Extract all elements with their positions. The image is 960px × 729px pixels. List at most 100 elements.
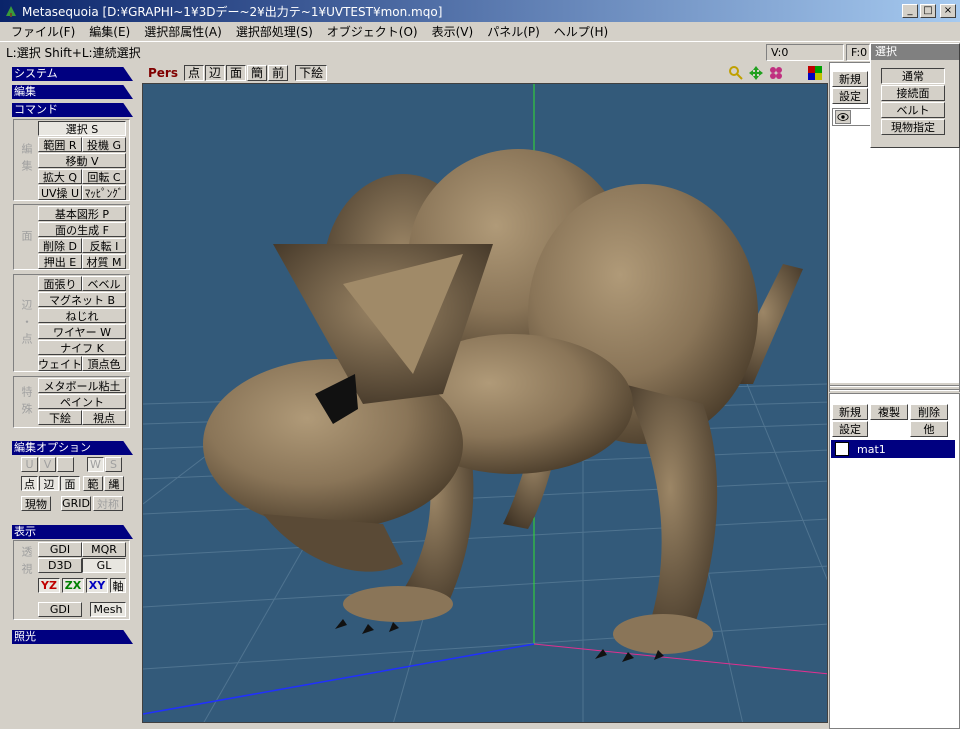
axis-zx[interactable]: ZX [62,578,84,593]
rotate-button[interactable]: 回転 C [82,169,126,184]
invert-button[interactable]: 反転 I [82,238,126,253]
primitive-button[interactable]: 基本図形 P [38,206,126,221]
view-vertex-button[interactable]: 点 [184,64,205,81]
lighting-header[interactable]: 照光 [12,630,133,644]
option-real-object[interactable]: 現物 [21,496,51,511]
option-s[interactable]: S [105,457,122,472]
pan-icon[interactable] [748,65,764,81]
select-button[interactable]: 選択 S [38,121,126,136]
material-new-button[interactable]: 新規 [832,404,868,420]
option-symmetry[interactable]: 対称 [93,496,123,511]
view-underlay-button[interactable]: 下絵 [295,64,328,81]
uv-button[interactable]: UV操 U [38,185,82,200]
paint-button[interactable]: ペイント [38,394,126,409]
display-header[interactable]: 表示 [12,525,133,539]
select-connected-button[interactable]: 接続面 [881,85,945,101]
object-row[interactable] [832,108,872,126]
option-u[interactable]: U [21,457,38,472]
twist-button[interactable]: ねじれ [38,308,126,323]
viewpoint-button[interactable]: 視点 [82,410,126,425]
view-face-button[interactable]: 面 [226,64,247,81]
title-bar[interactable]: Metasequoia [D:¥GRAPHI~1¥3Dデー~2¥出力テ~1¥UV… [0,0,960,22]
range-button[interactable]: 範囲 R [38,137,82,152]
menu-view[interactable]: 表示(V) [425,23,481,40]
display-gdi[interactable]: GDI [38,542,82,557]
option-v[interactable]: V [39,457,56,472]
option-edge[interactable]: 辺 [39,476,59,491]
command-header[interactable]: コマンド [12,103,133,117]
magnet-button[interactable]: マグネット B [38,292,126,307]
vertex-color-button[interactable]: 頂点色 [82,356,126,371]
system-header[interactable]: システム [12,67,133,81]
maximize-button[interactable]: □ [920,4,936,18]
group-label-face: 面 [20,229,33,247]
select-normal-button[interactable]: 通常 [881,68,945,84]
menu-selection-attributes[interactable]: 選択部属性(A) [137,23,229,40]
option-grid[interactable]: GRID [61,496,91,511]
view-simple-button[interactable]: 簡 [247,64,268,81]
underlay-button[interactable]: 下絵 [38,410,82,425]
option-range[interactable]: 範 [83,476,103,491]
edit-header[interactable]: 編集 [12,85,133,99]
close-button[interactable]: × [940,4,956,18]
display-gdi-2[interactable]: GDI [38,602,82,617]
material-row[interactable]: mat1 [831,440,955,458]
display-d3d[interactable]: D3D [38,558,82,573]
select-real-object-button[interactable]: 現物指定 [881,119,945,135]
extrude-button[interactable]: 押出 E [38,254,82,269]
option-vertex[interactable]: 点 [21,476,38,491]
create-face-button[interactable]: 面の生成 F [38,222,126,237]
minimize-button[interactable]: _ [902,4,918,18]
projection-mode[interactable]: Pers [148,66,178,80]
menu-edit[interactable]: 編集(E) [82,23,137,40]
rotate-view-icon[interactable] [768,65,784,81]
view-front-button[interactable]: 前 [268,64,289,81]
display-mesh[interactable]: Mesh [90,602,126,617]
display-mqr[interactable]: MQR [82,542,126,557]
selection-window-title[interactable]: 選択 [871,44,959,60]
lasso-button[interactable]: 投機 G [82,137,126,152]
material-settings-button[interactable]: 設定 [832,421,868,437]
menu-panel[interactable]: パネル(P) [480,23,547,40]
view-edge-button[interactable]: 辺 [205,64,226,81]
mapping-button[interactable]: ﾏｯﾋﾟﾝｸﾞ [82,185,126,200]
menu-object[interactable]: オブジェクト(O) [320,23,425,40]
eye-icon[interactable] [835,110,851,124]
weight-button[interactable]: ウェイト [38,356,82,371]
material-panel: 新規 複製 削除 設定 他 mat1 [829,393,960,729]
zoom-icon[interactable] [728,65,744,81]
axis-toggle[interactable]: 軸 [110,578,126,593]
panel-resize-grip[interactable] [830,383,959,393]
material-delete-button[interactable]: 削除 [910,404,948,420]
option-blank[interactable] [57,457,74,472]
edit-option-header[interactable]: 編集オプション [12,441,133,455]
option-lasso[interactable]: 縄 [104,476,124,491]
metaball-button[interactable]: メタボール粘土 [38,378,126,393]
object-settings-button[interactable]: 設定 [832,88,868,104]
material-other-button[interactable]: 他 [910,421,948,437]
material-copy-button[interactable]: 複製 [870,404,908,420]
face-fill-button[interactable]: 面張り [38,276,82,291]
bevel-button[interactable]: ベベル [82,276,126,291]
scale-button[interactable]: 拡大 Q [38,169,82,184]
menu-file[interactable]: ファイル(F) [4,23,82,40]
left-panel: システム 編集 コマンド 編集 選択 S 範囲 R 投機 G 移動 V 拡大 Q… [0,62,140,729]
delete-button[interactable]: 削除 D [38,238,82,253]
option-face[interactable]: 面 [60,476,80,491]
menu-help[interactable]: ヘルプ(H) [547,23,615,40]
axis-xy[interactable]: XY [86,578,108,593]
quad-view-icon[interactable] [808,65,822,80]
material-button[interactable]: 材質 M [82,254,126,269]
select-belt-button[interactable]: ベルト [881,102,945,118]
axis-yz[interactable]: YZ [38,578,60,593]
move-button[interactable]: 移動 V [38,153,126,168]
object-new-button[interactable]: 新規 [832,71,868,87]
display-gl[interactable]: GL [82,558,126,573]
wire-button[interactable]: ワイヤー W [38,324,126,339]
command-edit-group: 編集 選択 S 範囲 R 投機 G 移動 V 拡大 Q 回転 C UV操 U ﾏ… [13,119,130,201]
option-w[interactable]: W [87,457,104,472]
menu-selection-process[interactable]: 選択部処理(S) [229,23,320,40]
group-label-vertex: 辺・点 [20,298,33,350]
3d-viewport[interactable] [142,83,828,723]
knife-button[interactable]: ナイフ K [38,340,126,355]
